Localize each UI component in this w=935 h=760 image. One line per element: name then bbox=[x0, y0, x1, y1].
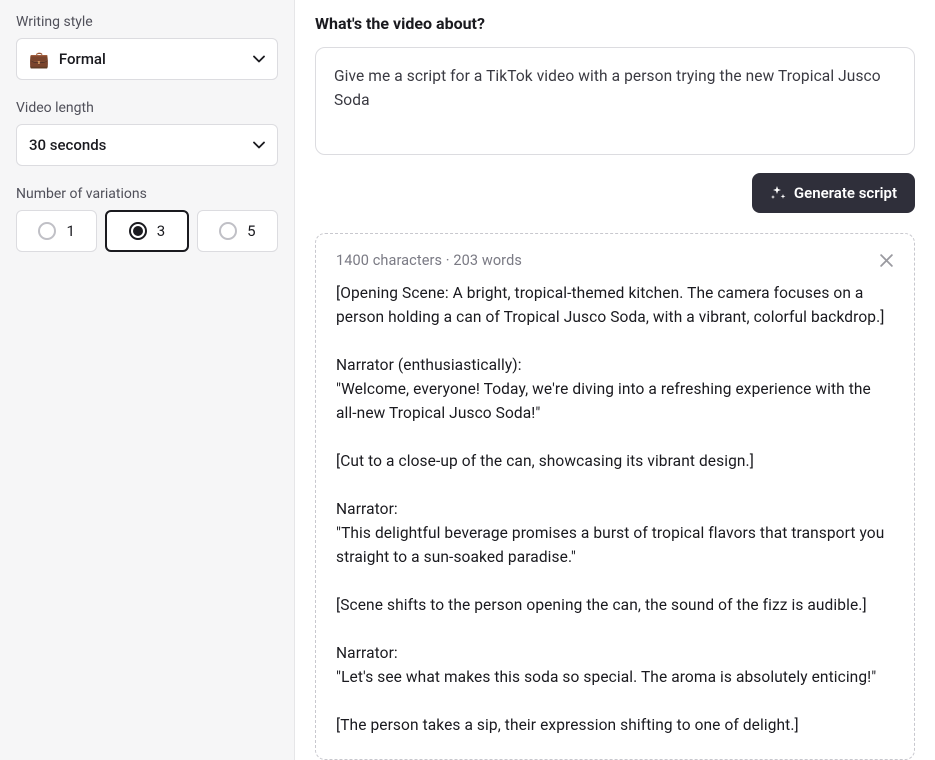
radio-icon bbox=[219, 222, 237, 240]
prompt-heading: What's the video about? bbox=[315, 14, 915, 33]
variations-radio-group: 1 3 5 bbox=[16, 210, 278, 252]
sidebar: Writing style 💼 Formal Video length 30 s… bbox=[0, 0, 295, 760]
video-length-select[interactable]: 30 seconds bbox=[16, 124, 278, 166]
generate-row: Generate script bbox=[315, 173, 915, 213]
result-meta: 1400 characters · 203 words bbox=[336, 252, 522, 269]
prompt-input[interactable] bbox=[315, 47, 915, 155]
writing-style-value: Formal bbox=[59, 50, 106, 68]
writing-style-label: Writing style bbox=[16, 14, 278, 30]
sparkle-icon bbox=[770, 185, 786, 201]
radio-icon bbox=[129, 222, 147, 240]
chevron-down-icon bbox=[253, 53, 265, 65]
generate-script-button[interactable]: Generate script bbox=[752, 173, 915, 213]
variations-group: Number of variations 1 3 5 bbox=[16, 186, 278, 252]
writing-style-select[interactable]: 💼 Formal bbox=[16, 38, 278, 80]
close-icon[interactable] bbox=[879, 253, 894, 268]
video-length-group: Video length 30 seconds bbox=[16, 100, 278, 166]
radio-icon bbox=[38, 222, 56, 240]
chevron-down-icon bbox=[253, 139, 265, 151]
variation-option-5[interactable]: 5 bbox=[197, 210, 278, 252]
main-content: What's the video about? Generate script … bbox=[295, 0, 935, 760]
prompt-section: What's the video about? bbox=[315, 14, 915, 159]
writing-style-group: Writing style 💼 Formal bbox=[16, 14, 278, 80]
result-header: 1400 characters · 203 words bbox=[336, 252, 894, 269]
variation-option-3[interactable]: 3 bbox=[105, 210, 188, 252]
generate-button-label: Generate script bbox=[794, 184, 897, 202]
variations-label: Number of variations bbox=[16, 186, 278, 202]
result-card: 1400 characters · 203 words [Opening Sce… bbox=[315, 233, 915, 760]
variation-label: 5 bbox=[247, 222, 255, 240]
briefcase-icon: 💼 bbox=[29, 50, 49, 69]
video-length-label: Video length bbox=[16, 100, 278, 116]
video-length-value: 30 seconds bbox=[29, 136, 106, 154]
variation-option-1[interactable]: 1 bbox=[16, 210, 97, 252]
variation-label: 3 bbox=[157, 222, 165, 240]
variation-label: 1 bbox=[66, 222, 74, 240]
result-body: [Opening Scene: A bright, tropical-theme… bbox=[336, 281, 894, 737]
